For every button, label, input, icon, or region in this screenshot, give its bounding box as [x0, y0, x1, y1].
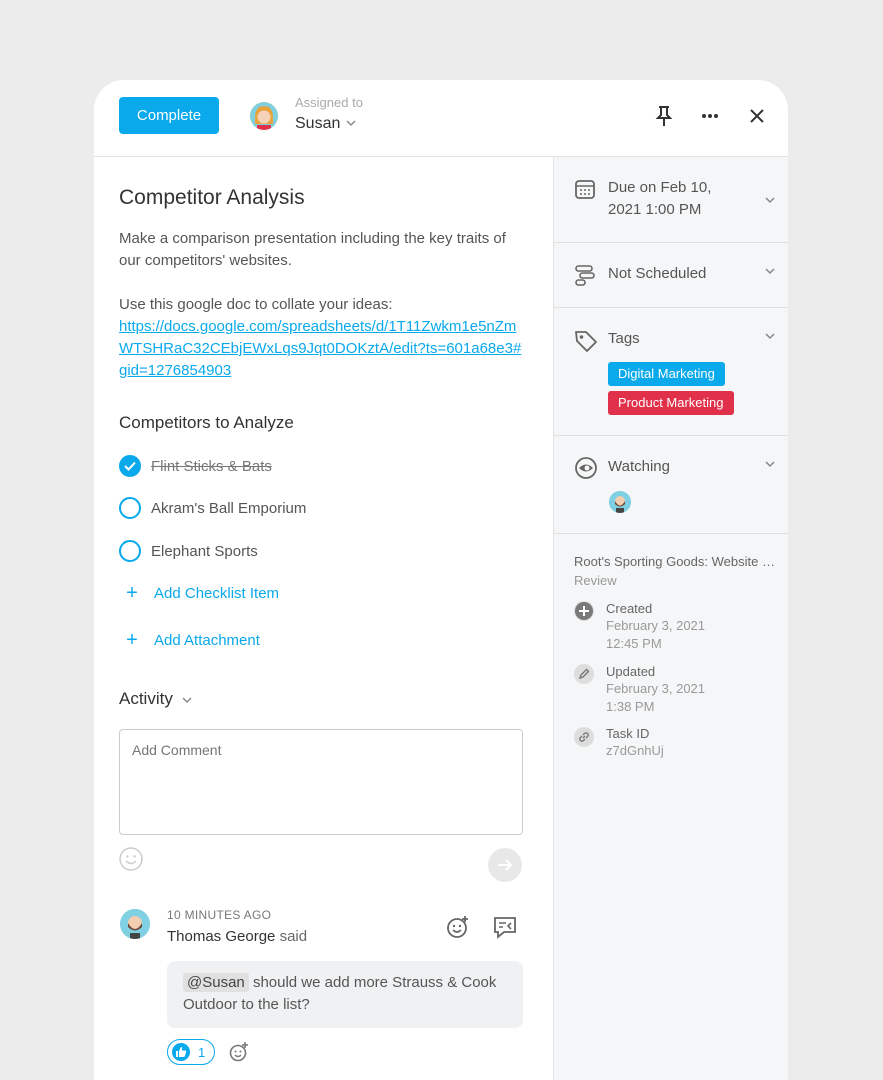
- complete-button[interactable]: Complete: [119, 97, 219, 134]
- due-date-section[interactable]: Due on Feb 10, 2021 1:00 PM: [554, 157, 788, 243]
- due-date-line1: Due on Feb 10,: [608, 179, 712, 196]
- due-date-text: Due on Feb 10, 2021 1:00 PM: [608, 177, 711, 221]
- comment-input[interactable]: [119, 729, 523, 835]
- send-comment-button[interactable]: [488, 848, 522, 882]
- add-attachment-label: Add Attachment: [154, 631, 260, 649]
- commenter-avatar[interactable]: [120, 909, 150, 939]
- project-name[interactable]: Root's Sporting Goods: Website Redesign: [574, 554, 779, 569]
- chevron-down-icon[interactable]: [765, 195, 775, 207]
- checklist-item-label: Akram's Ball Emporium: [151, 499, 307, 517]
- plus-icon: +: [126, 628, 138, 651]
- checkbox-icon[interactable]: [119, 497, 141, 519]
- checklist-title: Competitors to Analyze: [119, 413, 294, 432]
- task-header: Complete Assigned to Susan: [94, 80, 788, 157]
- chevron-down-icon[interactable]: [765, 331, 775, 343]
- add-reaction-icon[interactable]: [445, 914, 471, 940]
- checklist-item[interactable]: Flint Sticks & Bats: [119, 454, 272, 478]
- assignee-avatar[interactable]: [250, 102, 278, 130]
- more-icon[interactable]: [698, 104, 722, 128]
- chevron-down-icon[interactable]: [765, 459, 775, 471]
- watcher-avatar[interactable]: [609, 491, 631, 513]
- mention-tag[interactable]: @Susan: [183, 973, 249, 992]
- schedule-section[interactable]: Not Scheduled: [554, 243, 788, 308]
- due-date-line2: 2021 1:00 PM: [608, 201, 702, 218]
- link-icon: [574, 727, 594, 747]
- task-doc-note: Use this google doc to collate your idea…: [119, 294, 529, 382]
- tag-digital-marketing[interactable]: Digital Marketing: [608, 362, 725, 386]
- updated-time: 1:38 PM: [606, 699, 655, 714]
- assigned-to-label: Assigned to: [295, 95, 363, 110]
- tags-section[interactable]: Tags Digital Marketing Product Marketing: [554, 308, 788, 436]
- reply-icon[interactable]: [492, 914, 518, 940]
- pin-icon[interactable]: [652, 104, 676, 128]
- watching-section[interactable]: Watching: [554, 436, 788, 534]
- watching-label: Watching: [608, 458, 670, 475]
- checklist-item[interactable]: Akram's Ball Emporium: [119, 496, 306, 520]
- task-sidebar: Due on Feb 10, 2021 1:00 PM Not Schedule…: [553, 157, 788, 1080]
- task-title[interactable]: Competitor Analysis: [119, 186, 305, 210]
- tag-product-marketing[interactable]: Product Marketing: [608, 391, 734, 415]
- task-description[interactable]: Make a comparison presentation including…: [119, 228, 529, 272]
- created-value: February 3, 2021 12:45 PM: [606, 617, 705, 653]
- chevron-down-icon[interactable]: [346, 118, 356, 130]
- calendar-icon: [574, 178, 598, 202]
- pencil-icon: [574, 664, 594, 684]
- like-reaction-button[interactable]: 1: [167, 1039, 215, 1065]
- like-count: 1: [198, 1044, 206, 1060]
- close-icon[interactable]: [745, 104, 769, 128]
- schedule-icon: [574, 264, 598, 288]
- checklist-item-label: Elephant Sports: [151, 542, 258, 560]
- created-time: 12:45 PM: [606, 636, 662, 651]
- assignee-name[interactable]: Susan: [295, 115, 340, 133]
- comment-author-name: Thomas George: [167, 928, 276, 945]
- arrow-right-icon: [498, 859, 513, 871]
- plus-icon: +: [126, 581, 138, 604]
- add-checklist-item-label: Add Checklist Item: [154, 584, 280, 602]
- thumbs-up-icon: [172, 1043, 190, 1061]
- tags-label: Tags: [608, 330, 640, 347]
- eye-icon: [574, 456, 598, 480]
- plus-circle-icon: [574, 601, 594, 621]
- comment-author: Thomas George said: [167, 928, 307, 945]
- created-date: February 3, 2021: [606, 618, 706, 633]
- activity-title: Activity: [119, 689, 173, 708]
- updated-value: February 3, 2021 1:38 PM: [606, 680, 705, 716]
- comment-timestamp: 10 MINUTES AGO: [167, 908, 272, 922]
- task-id-label: Task ID: [606, 726, 650, 741]
- task-detail-panel: Complete Assigned to Susan Competitor An…: [94, 80, 788, 1080]
- activity-toggle[interactable]: Activity: [119, 689, 192, 709]
- add-attachment-button[interactable]: + Add Attachment: [123, 629, 260, 651]
- comment-said-label: said: [279, 928, 308, 945]
- checked-checkbox-icon[interactable]: [119, 455, 141, 477]
- doc-link[interactable]: https://docs.google.com/spreadsheets/d/1…: [119, 318, 521, 379]
- task-id-value[interactable]: z7dGnhUj: [606, 742, 664, 760]
- chevron-down-icon: [182, 697, 192, 704]
- comment-body: @Susan should we add more Strauss & Cook…: [167, 961, 523, 1028]
- updated-label: Updated: [606, 664, 656, 679]
- add-checklist-item-button[interactable]: + Add Checklist Item: [123, 582, 279, 604]
- created-label: Created: [606, 601, 653, 616]
- project-stage: Review: [574, 573, 617, 588]
- chevron-down-icon[interactable]: [765, 266, 775, 278]
- schedule-text: Not Scheduled: [608, 265, 707, 282]
- checklist-item-label: Flint Sticks & Bats: [151, 457, 272, 475]
- updated-date: February 3, 2021: [606, 681, 706, 696]
- doc-intro-text: Use this google doc to collate your idea…: [119, 296, 393, 313]
- emoji-icon[interactable]: [119, 847, 143, 871]
- tag-icon: [574, 329, 598, 353]
- checklist-item[interactable]: Elephant Sports: [119, 539, 258, 563]
- add-reaction-icon[interactable]: [228, 1041, 250, 1063]
- checkbox-icon[interactable]: [119, 540, 141, 562]
